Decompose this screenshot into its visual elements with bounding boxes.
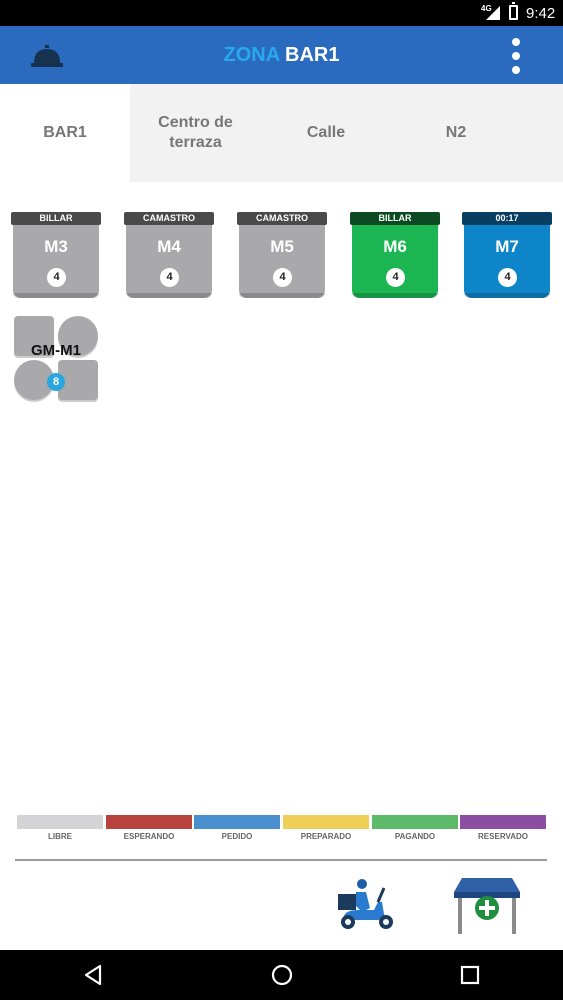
delivery-scooter-icon[interactable] — [334, 878, 400, 934]
status-time: 9:42 — [526, 5, 556, 22]
legend-swatch — [194, 815, 280, 829]
legend-swatch — [17, 815, 103, 829]
legend-item-reservado: RESERVADO — [460, 815, 546, 841]
table-tag: BILLAR — [350, 212, 440, 225]
tab-calle[interactable]: Calle — [261, 84, 391, 182]
group-table-seats-badge: 8 — [47, 373, 65, 391]
table-seats-badge: 4 — [498, 268, 517, 287]
legend-item-esperando: ESPERANDO — [106, 815, 192, 841]
signal-icon — [486, 6, 500, 20]
table-m6[interactable]: BILLAR M6 4 — [350, 212, 440, 298]
tab-centro-de-terraza[interactable]: Centro de terraza — [130, 84, 261, 182]
add-table-icon[interactable] — [452, 874, 522, 938]
table-tag: BILLAR — [11, 212, 101, 225]
legend-swatch — [460, 815, 546, 829]
title-prefix: ZONA — [223, 44, 280, 66]
legend-label: ESPERANDO — [123, 832, 175, 841]
table-m7[interactable]: 00:17 M7 4 — [462, 212, 552, 298]
title-zone-name: BAR1 — [279, 44, 340, 66]
legend-item-pagando: PAGANDO — [372, 815, 458, 841]
table-seats-badge: 4 — [273, 268, 292, 287]
table-tag: CAMASTRO — [124, 212, 214, 225]
table-seats-badge: 4 — [160, 268, 179, 287]
back-triangle-icon[interactable] — [82, 963, 106, 987]
table-m3[interactable]: BILLAR M3 4 — [11, 212, 101, 298]
legend-label: RESERVADO — [478, 832, 528, 841]
tab-n2[interactable]: N2 — [391, 84, 521, 182]
table-tag: 00:17 — [462, 212, 552, 225]
tab-label: Calle — [306, 124, 346, 141]
tab-label: Centro de terraza — [158, 114, 233, 151]
group-table-gm-m1[interactable]: GM-M1 8 — [12, 316, 102, 404]
zone-tabs: BAR1 Centro de terraza Calle N2 — [0, 84, 563, 182]
page-title: ZONA BAR1 — [0, 26, 563, 84]
table-name: M4 — [157, 237, 181, 256]
home-circle-icon[interactable] — [270, 963, 294, 987]
table-name: M7 — [495, 237, 519, 256]
legend-label: PEDIDO — [221, 832, 253, 841]
battery-icon — [509, 2, 518, 20]
table-m4[interactable]: CAMASTRO M4 4 — [124, 212, 214, 298]
legend-divider — [15, 859, 547, 861]
legend-item-pedido: PEDIDO — [194, 815, 280, 841]
table-seats-badge: 4 — [386, 268, 405, 287]
legend-swatch — [106, 815, 192, 829]
table-name: M6 — [383, 237, 407, 256]
table-name: M5 — [270, 237, 294, 256]
legend-swatch — [372, 815, 458, 829]
legend-swatch — [283, 815, 369, 829]
legend-label: PREPARADO — [300, 832, 352, 841]
recents-square-icon[interactable] — [458, 963, 482, 987]
app-bar: ZONA BAR1 — [0, 26, 563, 84]
table-m5[interactable]: CAMASTRO M5 4 — [237, 212, 327, 298]
legend-label: PAGANDO — [394, 832, 436, 841]
tab-bar1[interactable]: BAR1 — [0, 84, 130, 182]
tab-label: N2 — [445, 124, 467, 141]
table-name: M3 — [44, 237, 68, 256]
table-seats-badge: 4 — [47, 268, 66, 287]
legend-label: LIBRE — [48, 832, 72, 841]
tab-label: BAR1 — [43, 124, 87, 141]
group-table-name: GM-M1 — [31, 342, 81, 359]
more-vert-icon[interactable] — [504, 36, 528, 76]
status-legend: LIBRE ESPERANDO PEDIDO PREPARADO PAGANDO… — [17, 815, 547, 845]
legend-item-libre: LIBRE — [17, 815, 103, 841]
table-tag: CAMASTRO — [237, 212, 327, 225]
system-nav-bar — [0, 950, 563, 1000]
legend-item-preparado: PREPARADO — [283, 815, 369, 841]
status-bar: 4G 9:42 — [0, 0, 563, 26]
